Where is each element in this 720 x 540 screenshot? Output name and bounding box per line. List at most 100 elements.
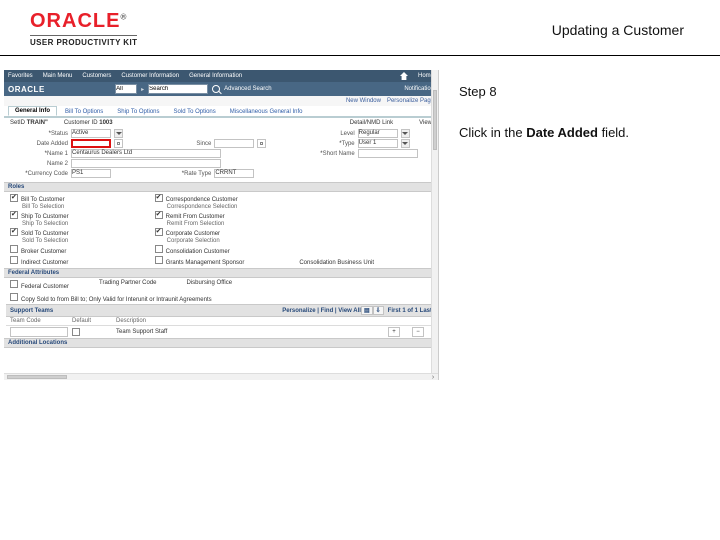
support-range: First 1 of 1 Last <box>388 308 432 314</box>
since-calendar-icon[interactable] <box>257 139 266 148</box>
level-label: Level <box>297 131 355 137</box>
menubar: Favorites Main Menu Customers Customer I… <box>4 70 438 82</box>
chk-corr[interactable] <box>155 194 163 202</box>
tab-general-info[interactable]: General Info <box>8 106 57 116</box>
currency-label: Currency Code <box>10 171 68 177</box>
chk-copy-sold-to[interactable] <box>10 293 18 301</box>
add-row-button[interactable]: + <box>388 327 400 337</box>
short-name-field[interactable] <box>358 149 418 158</box>
support-hdr-default: Default <box>72 318 112 324</box>
detail-link[interactable]: Detail/NMD Link <box>350 120 393 126</box>
rate-type-field[interactable]: CRRNT <box>214 169 254 178</box>
app-screenshot: Favorites Main Menu Customers Customer I… <box>4 70 439 380</box>
search-icon[interactable] <box>212 85 220 93</box>
scroll-right-arrow[interactable]: › <box>429 374 437 380</box>
date-added-calendar-icon[interactable] <box>114 139 123 148</box>
new-window-link[interactable]: New Window <box>346 98 381 104</box>
name2-field[interactable] <box>71 159 221 168</box>
oracle-logo-text: ORACLE <box>30 10 120 32</box>
notification-link[interactable]: Notification <box>404 86 434 92</box>
disbursing-office-label: Disbursing Office <box>187 280 233 290</box>
menu-custinfo[interactable]: Customer Information <box>121 73 179 79</box>
search-input[interactable] <box>148 84 208 94</box>
oracle-logo: ORACLE® <box>30 10 137 33</box>
advanced-search-link[interactable]: Advanced Search <box>224 86 271 92</box>
custid-label: Customer ID <box>64 120 98 126</box>
status-dropdown-icon[interactable] <box>114 129 123 138</box>
support-hdr-desc: Description <box>116 318 384 324</box>
instruction-panel: Step 8 Click in the Date Added field. <box>439 70 716 450</box>
page-title: Updating a Customer <box>552 22 684 38</box>
bill-to-selection[interactable]: Bill To Selection <box>22 204 143 210</box>
roles-section-bar: Roles <box>4 182 438 192</box>
step-label: Step 8 <box>459 84 702 99</box>
federal-section-bar: Federal Attributes <box>4 268 438 278</box>
personalize-page-link[interactable]: Personalize Page <box>387 98 434 104</box>
chk-corporate[interactable] <box>155 228 163 236</box>
consolidation-bu-label: Consolidation Business Unit <box>299 260 432 266</box>
tab-ship-to[interactable]: Ship To Options <box>111 108 165 116</box>
remit-selection[interactable]: Remit From Selection <box>167 221 288 227</box>
type-dropdown-icon[interactable] <box>401 139 410 148</box>
vertical-scroll-thumb[interactable] <box>433 90 437 150</box>
oracle-logo-small: ORACLE <box>8 85 45 94</box>
upk-label: USER PRODUCTIVITY KIT <box>30 35 137 47</box>
menu-favorites[interactable]: Favorites <box>8 73 33 79</box>
chk-indirect[interactable] <box>10 256 18 264</box>
support-section: Support Teams Personalize | Find | View … <box>4 304 438 338</box>
chk-grants[interactable] <box>155 256 163 264</box>
custid-value: 1003 <box>99 120 112 126</box>
menu-customers[interactable]: Customers <box>82 73 111 79</box>
instr-pre: Click in the <box>459 125 526 140</box>
sold-to-selection[interactable]: Sold To Selection <box>22 238 143 244</box>
chk-remit[interactable] <box>155 211 163 219</box>
currency-field[interactable]: PS1 <box>71 169 111 178</box>
since-field[interactable] <box>214 139 254 148</box>
instruction-text: Click in the Date Added field. <box>459 125 702 140</box>
tab-sold-to[interactable]: Sold To Options <box>168 108 222 116</box>
menu-main[interactable]: Main Menu <box>43 73 73 79</box>
status-field[interactable]: Active <box>71 129 111 138</box>
chk-federal-customer[interactable] <box>10 280 18 288</box>
horizontal-scrollbar[interactable]: › <box>4 373 438 380</box>
support-find[interactable]: Find <box>321 308 334 314</box>
vertical-scrollbar[interactable] <box>431 70 438 380</box>
id-row: SetID TRAIN" Customer ID 1003 Detail/NMD… <box>4 118 438 128</box>
name2-label: Name 2 <box>10 161 68 167</box>
corr-selection[interactable]: Correspondence Selection <box>167 204 288 210</box>
level-field[interactable]: Regular <box>358 129 398 138</box>
corporate-selection[interactable]: Corporate Selection <box>167 238 288 244</box>
date-added-field[interactable] <box>71 139 111 148</box>
since-label: Since <box>153 141 211 147</box>
support-view-all[interactable]: View All <box>338 308 361 314</box>
remove-row-button[interactable]: − <box>412 327 424 337</box>
home-icon[interactable] <box>400 72 408 80</box>
team-default-checkbox[interactable] <box>72 328 80 336</box>
trading-partner-label: Trading Partner Code <box>99 280 156 290</box>
tabbar: General Info Bill To Options Ship To Opt… <box>4 106 438 118</box>
support-grid-icon[interactable]: ▤ <box>361 306 373 315</box>
type-field[interactable]: User 1 <box>358 139 398 148</box>
horizontal-scroll-thumb[interactable] <box>7 375 67 379</box>
team-desc: Team Support Staff <box>116 329 384 335</box>
level-dropdown-icon[interactable] <box>401 129 410 138</box>
chk-broker[interactable] <box>10 245 18 253</box>
tab-misc[interactable]: Miscellaneous General Info <box>224 108 309 116</box>
tab-bill-to[interactable]: Bill To Options <box>59 108 109 116</box>
chk-sold-to[interactable] <box>10 228 18 236</box>
instr-post: field. <box>598 125 629 140</box>
type-label: Type <box>297 141 355 147</box>
team-code-field[interactable] <box>10 327 68 337</box>
support-dl-icon[interactable]: ⇩ <box>373 306 384 315</box>
chk-ship-to[interactable] <box>10 211 18 219</box>
name1-field[interactable]: Centaurus Dealers Ltd <box>71 149 221 158</box>
ship-to-selection[interactable]: Ship To Selection <box>22 221 143 227</box>
menu-geninfo[interactable]: General Information <box>189 73 242 79</box>
support-section-bar: Support Teams Personalize | Find | View … <box>6 304 436 317</box>
support-hdr-team: Team Code <box>10 318 68 324</box>
search-scope[interactable] <box>115 84 137 94</box>
short-name-label: Short Name <box>297 151 355 157</box>
chk-bill-to[interactable] <box>10 194 18 202</box>
chk-consolidation[interactable] <box>155 245 163 253</box>
support-personalize[interactable]: Personalize <box>282 308 315 314</box>
